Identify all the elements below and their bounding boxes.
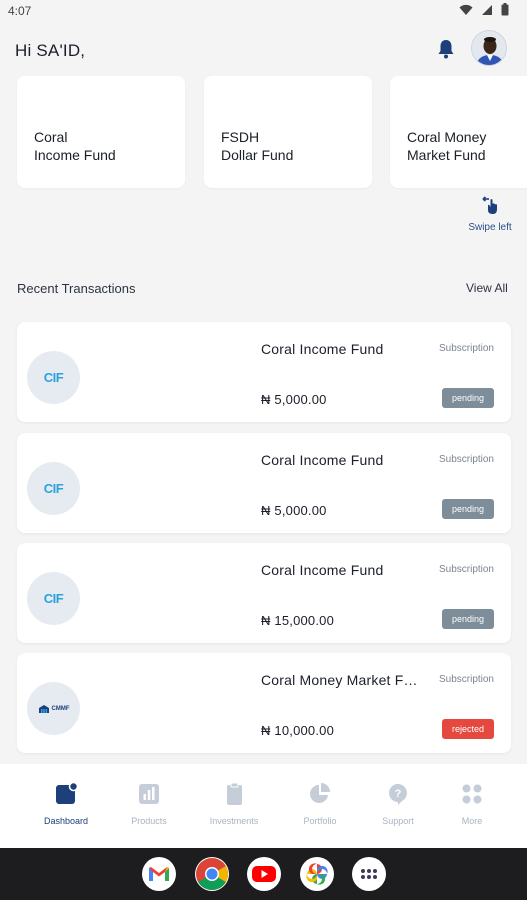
transaction-type: Subscription (438, 564, 494, 575)
cmmf-logo-text: CMMF (51, 705, 70, 712)
transaction-status-badge: pending (442, 609, 494, 629)
support-icon: ? (389, 784, 407, 805)
cif-logo: CIF (27, 572, 80, 625)
fund-card-name: Coral Income Fund (34, 129, 116, 163)
nav-label: Investments (209, 816, 259, 826)
cmmf-logo: CMMF (27, 682, 80, 735)
transaction-card[interactable]: CIF Coral Income Fund Subscription ₦ 5,0… (17, 433, 511, 533)
transaction-status-badge: pending (442, 388, 494, 408)
fund-card-coral-income[interactable]: Coral Income Fund (17, 76, 185, 188)
transaction-amount: ₦ 10,000.00 (261, 723, 335, 738)
status-time: 4:07 (8, 4, 32, 18)
status-icons (459, 3, 509, 16)
nav-item-dashboard[interactable]: Dashboard (31, 782, 101, 826)
profile-photo-icon (472, 31, 506, 65)
svg-text:?: ? (395, 788, 402, 800)
view-all-link[interactable]: View All (466, 281, 508, 295)
cif-logo-text: CIF (43, 370, 64, 385)
greeting-text: Hi SA'ID, (15, 41, 86, 60)
youtube-icon (252, 866, 276, 882)
nav-item-portfolio[interactable]: Portfolio (285, 782, 355, 826)
nav-label: Dashboard (43, 816, 89, 826)
nav-label: Portfolio (303, 816, 337, 826)
nav-item-products[interactable]: Products (114, 782, 184, 826)
investments-icon (227, 782, 242, 805)
top-bar: Hi SA'ID, (0, 24, 527, 78)
fund-card-coral-money-market[interactable]: Coral Money Market Fund (390, 76, 527, 188)
nav-label: Products (131, 816, 167, 826)
cmmf-logo-mark: CMMF (38, 704, 70, 714)
recent-transactions-title: Recent Transactions (17, 281, 136, 296)
portfolio-icon (310, 783, 330, 803)
photos-icon (306, 863, 328, 885)
fund-card-fsdh-dollar[interactable]: FSDH Dollar Fund (204, 76, 372, 188)
more-icon (462, 784, 482, 804)
signal-icon (482, 4, 492, 15)
gmail-icon (149, 867, 169, 881)
chrome-icon (196, 858, 229, 891)
transaction-amount: ₦ 15,000.00 (261, 613, 335, 628)
products-icon (139, 784, 159, 804)
nav-label: Support (382, 816, 414, 826)
transaction-card[interactable]: CIF Coral Income Fund Subscription ₦ 5,0… (17, 322, 511, 422)
notification-bell-icon[interactable] (436, 38, 456, 60)
photos-app[interactable] (300, 857, 334, 891)
nav-item-support[interactable]: ? Support (363, 782, 433, 826)
cmmf-emblem-icon (38, 704, 49, 713)
app-drawer[interactable] (352, 857, 386, 891)
gmail-app[interactable] (142, 857, 176, 891)
nav-item-investments[interactable]: Investments (199, 782, 269, 826)
youtube-app[interactable] (247, 857, 281, 891)
transaction-card[interactable]: CMMF Coral Money Market Fund Subscriptio… (17, 653, 511, 753)
swipe-hand-icon (482, 196, 497, 214)
app-drawer-icon (361, 869, 377, 879)
fund-card-name: FSDH Dollar Fund (221, 129, 294, 163)
transaction-amount: ₦ 5,000.00 (261, 503, 327, 518)
transaction-type: Subscription (438, 454, 494, 465)
cif-logo-text: CIF (43, 591, 64, 606)
transaction-type: Subscription (438, 343, 494, 354)
status-bar: 4:07 (0, 0, 527, 24)
cif-logo: CIF (27, 351, 80, 404)
fund-card-name: Coral Money Market Fund (407, 129, 487, 163)
transaction-type: Subscription (438, 674, 494, 685)
transaction-fund-name: Coral Income Fund (261, 562, 384, 578)
battery-icon (501, 3, 509, 16)
dashboard-icon (56, 782, 78, 804)
cif-logo: CIF (27, 462, 80, 515)
transaction-fund-name: Coral Income Fund (261, 341, 384, 357)
profile-avatar[interactable] (471, 30, 507, 66)
swipe-left-label: Swipe left (468, 222, 512, 233)
transaction-status-badge: rejected (442, 719, 494, 739)
transaction-amount: ₦ 5,000.00 (261, 392, 327, 407)
swipe-left-hint[interactable]: Swipe left (460, 195, 520, 233)
chrome-app[interactable] (195, 857, 229, 891)
transaction-card[interactable]: CIF Coral Income Fund Subscription ₦ 15,… (17, 543, 511, 643)
transaction-status-badge: pending (442, 499, 494, 519)
wifi-icon (459, 4, 473, 15)
bottom-navigation: Dashboard Products Investments Portfolio… (0, 764, 527, 848)
nav-item-more[interactable]: More (437, 782, 507, 826)
transaction-fund-name: Coral Money Market Fund (261, 672, 421, 688)
cif-logo-text: CIF (43, 481, 64, 496)
system-dock (0, 848, 527, 900)
nav-label: More (461, 816, 483, 826)
transaction-fund-name: Coral Income Fund (261, 452, 384, 468)
